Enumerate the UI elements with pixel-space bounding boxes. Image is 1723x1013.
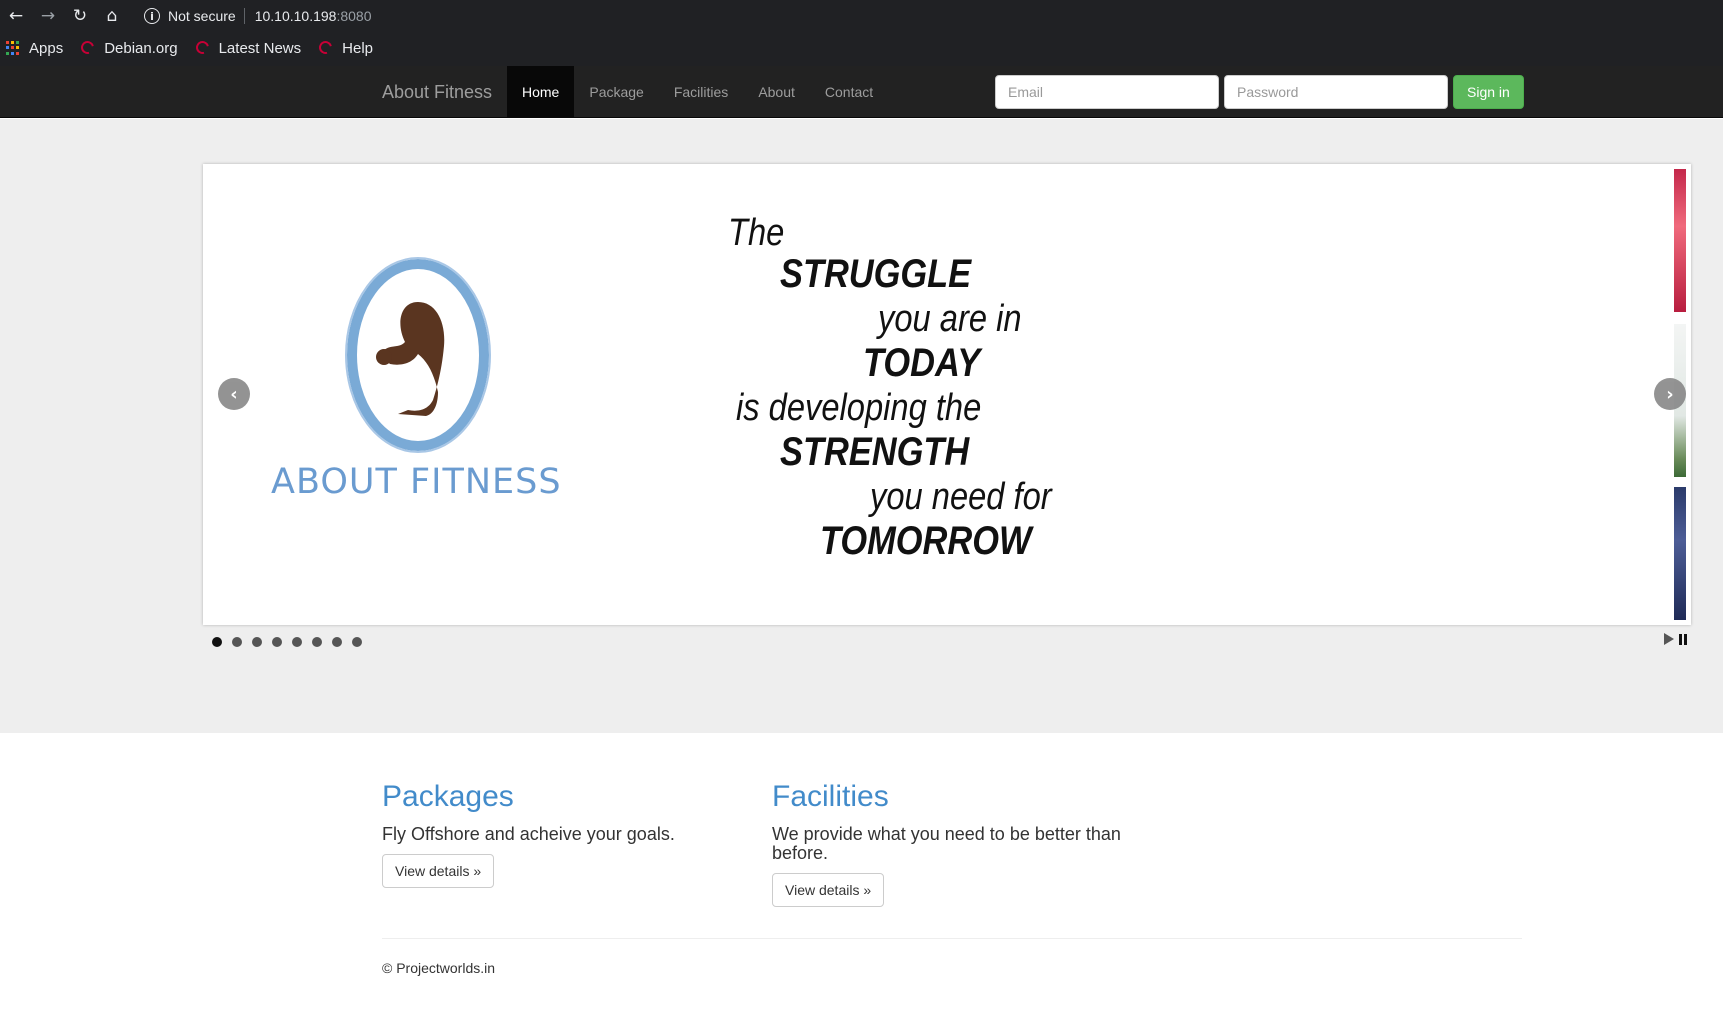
nav-link-home[interactable]: Home — [507, 66, 575, 118]
signin-form: Sign in — [995, 75, 1524, 109]
email-field[interactable] — [995, 75, 1219, 109]
signin-button[interactable]: Sign in — [1453, 75, 1524, 109]
fitness-logo-icon — [268, 224, 568, 484]
pause-icon[interactable] — [1679, 633, 1689, 645]
play-icon[interactable] — [1664, 633, 1674, 645]
logo-text: ABOUT FITNESS — [271, 462, 562, 502]
browser-chrome: ← → ↻ ⌂ i Not secure 10.10.10.198:8080 A… — [0, 0, 1723, 66]
section-text: Fly Offshore and acheive your goals. — [382, 824, 675, 844]
quote-line: you are in — [878, 298, 1022, 340]
slide-dot[interactable] — [232, 637, 242, 647]
quote-line: STRENGTH — [780, 430, 970, 474]
bookmark-label: Help — [342, 39, 373, 57]
chevron-right-icon[interactable]: › — [1654, 378, 1686, 410]
bookmark-help[interactable]: Help — [316, 38, 373, 57]
omnibox-divider — [243, 8, 245, 24]
nav-links: Home Package Facilities About Contact — [507, 66, 888, 118]
password-field[interactable] — [1224, 75, 1448, 109]
bookmark-label: Latest News — [218, 39, 302, 57]
nav-link-about[interactable]: About — [743, 66, 810, 118]
packages-view-details-button[interactable]: View details » — [382, 854, 495, 888]
bookmark-latest-news[interactable]: Latest News — [193, 38, 302, 57]
section-title: Packages — [382, 780, 514, 813]
apps-grid-icon — [6, 41, 20, 55]
slider-pagination — [212, 637, 372, 647]
slider-controls — [1664, 633, 1689, 645]
bookmarks-bar: Apps Debian.org Latest News Help — [0, 32, 1723, 64]
home-icon[interactable]: ⌂ — [96, 0, 128, 32]
info-icon[interactable]: i — [144, 8, 160, 24]
slide-dot[interactable] — [272, 637, 282, 647]
facilities-view-details-button[interactable]: View details » — [772, 873, 885, 907]
nav-link-facilities[interactable]: Facilities — [659, 66, 743, 118]
nav-link-contact[interactable]: Contact — [810, 66, 888, 118]
jumbotron: ABOUT FITNESS The STRUGGLE you are in TO… — [0, 119, 1723, 733]
bookmark-debian[interactable]: Debian.org — [78, 38, 178, 57]
debian-swirl-icon — [316, 38, 335, 57]
quote-line: The — [728, 212, 785, 254]
bookmark-apps[interactable]: Apps — [6, 40, 63, 57]
section-text: We provide what you need to be better th… — [772, 824, 1121, 863]
bookmark-label: Apps — [29, 39, 64, 57]
slide-dot[interactable] — [292, 637, 302, 647]
slide-dot[interactable] — [312, 637, 322, 647]
bookmark-label: Debian.org — [104, 39, 178, 57]
footer-divider — [382, 938, 1522, 939]
site-navbar: About Fitness Home Package Facilities Ab… — [0, 66, 1723, 118]
quote-line: you need for — [870, 476, 1052, 518]
slide-dot[interactable] — [332, 637, 342, 647]
quote-line: is developing the — [736, 387, 982, 429]
footer-copyright: © Projectworlds.in — [382, 960, 496, 976]
quote-line: TOMORROW — [820, 519, 1032, 563]
url-host: 10.10.10.198 — [254, 8, 337, 24]
back-arrow-icon[interactable]: ← — [0, 0, 32, 32]
slide-dot[interactable] — [352, 637, 362, 647]
security-label: Not secure — [168, 8, 236, 24]
next-slide-preview — [1674, 487, 1686, 620]
quote-line: TODAY — [863, 341, 981, 385]
slide-dot[interactable] — [212, 637, 222, 647]
url-port: :8080 — [336, 8, 372, 24]
forward-arrow-icon[interactable]: → — [32, 0, 64, 32]
packages-section: Packages Fly Offshore and acheive your g… — [382, 780, 742, 888]
motivational-quote: The STRUGGLE you are in TODAY is develop… — [683, 212, 1103, 572]
nav-link-package[interactable]: Package — [574, 66, 658, 118]
slide-dot[interactable] — [252, 637, 262, 647]
address-bar-row: ← → ↻ ⌂ i Not secure 10.10.10.198:8080 — [0, 0, 1723, 32]
omnibox[interactable]: i Not secure 10.10.10.198:8080 — [144, 3, 372, 29]
quote-line: STRUGGLE — [780, 252, 972, 296]
next-slide-preview — [1674, 169, 1686, 312]
section-title: Facilities — [772, 780, 889, 813]
image-slider[interactable]: ABOUT FITNESS The STRUGGLE you are in TO… — [203, 164, 1691, 625]
debian-swirl-icon — [193, 38, 211, 57]
facilities-section: Facilities We provide what you need to b… — [772, 780, 1132, 907]
debian-swirl-icon — [78, 38, 97, 57]
chevron-left-icon[interactable]: ‹ — [218, 378, 250, 410]
navbar-brand[interactable]: About Fitness — [382, 66, 492, 118]
reload-icon[interactable]: ↻ — [64, 0, 96, 32]
